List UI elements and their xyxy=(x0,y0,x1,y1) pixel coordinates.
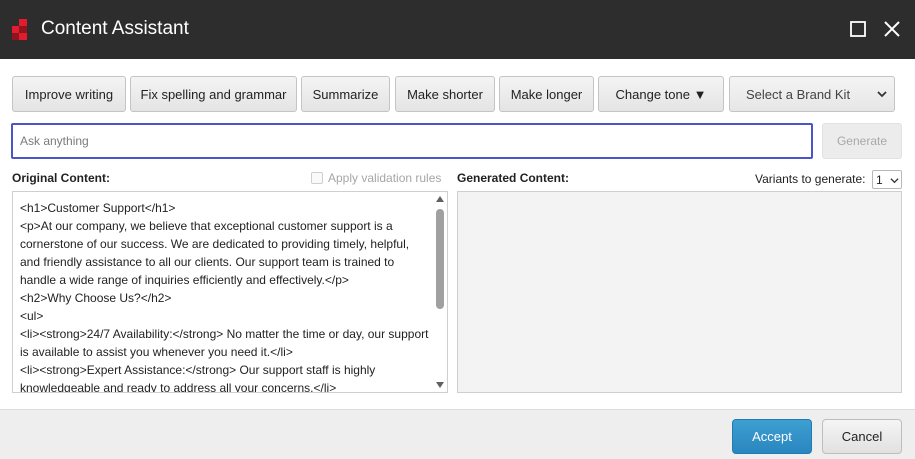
window-title: Content Assistant xyxy=(41,18,189,39)
variants-label: Variants to generate: xyxy=(755,172,866,186)
apply-validation-label: Apply validation rules xyxy=(328,171,442,185)
scroll-up-icon[interactable] xyxy=(435,195,445,203)
chevron-down-icon xyxy=(877,91,887,98)
original-content-area[interactable]: <h1>Customer Support</h1> <p>At our comp… xyxy=(12,191,448,393)
change-tone-button[interactable]: Change tone ▼ xyxy=(598,76,724,112)
fix-spelling-button[interactable]: Fix spelling and grammar xyxy=(130,76,297,112)
close-icon[interactable] xyxy=(881,18,903,40)
original-scrollbar[interactable] xyxy=(433,192,447,392)
generate-button[interactable]: Generate xyxy=(822,123,902,159)
title-bar: Content Assistant xyxy=(0,0,915,59)
maximize-icon[interactable] xyxy=(847,18,869,40)
dialog-footer: Accept Cancel xyxy=(0,409,915,459)
checkbox-box[interactable] xyxy=(311,172,323,184)
apply-validation-checkbox[interactable]: Apply validation rules xyxy=(311,171,441,185)
scroll-thumb[interactable] xyxy=(436,209,444,309)
generated-content-label: Generated Content: xyxy=(457,171,570,185)
brand-kit-select[interactable]: Select a Brand Kit xyxy=(729,76,895,112)
accept-button[interactable]: Accept xyxy=(732,419,812,454)
cancel-button[interactable]: Cancel xyxy=(822,419,902,454)
brand-kit-selected: Select a Brand Kit xyxy=(746,87,851,102)
make-shorter-button[interactable]: Make shorter xyxy=(395,76,495,112)
app-logo-icon xyxy=(12,19,27,40)
summarize-button[interactable]: Summarize xyxy=(301,76,390,112)
improve-writing-button[interactable]: Improve writing xyxy=(12,76,126,112)
original-content-label: Original Content: xyxy=(12,171,110,185)
scroll-down-icon[interactable] xyxy=(435,381,445,389)
make-longer-button[interactable]: Make longer xyxy=(499,76,594,112)
variants-value: 1 xyxy=(876,173,883,187)
variants-select[interactable]: 1 xyxy=(872,170,902,189)
ask-input[interactable] xyxy=(11,123,813,159)
generated-content-area[interactable] xyxy=(457,191,902,393)
original-content-text: <h1>Customer Support</h1> <p>At our comp… xyxy=(20,201,429,393)
chevron-down-icon xyxy=(890,178,899,184)
